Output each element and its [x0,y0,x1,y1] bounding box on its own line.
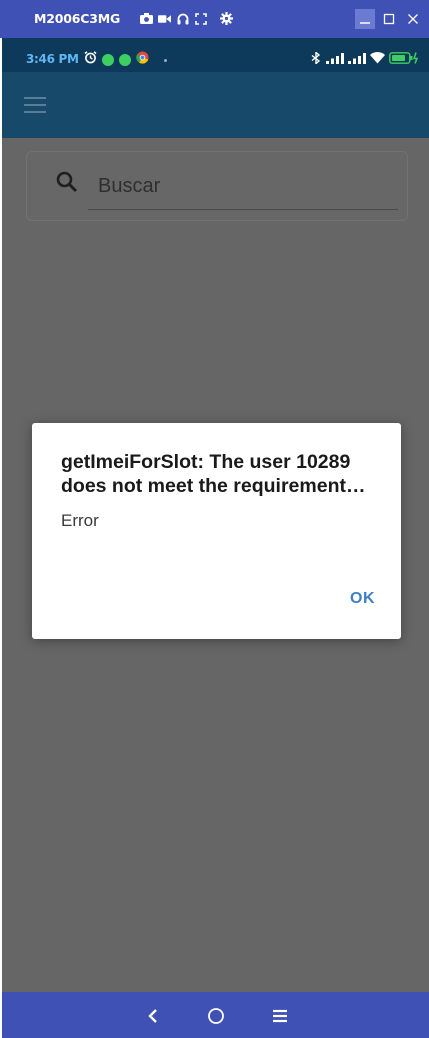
app-notification-icon [102,54,114,66]
minimize-icon[interactable] [355,9,375,29]
search-card [26,151,408,221]
dialog-message: Error [61,511,99,530]
window-title-bar: M2006C3MG [0,0,429,38]
camera-icon[interactable] [140,12,153,25]
alarm-icon [84,51,97,69]
search-input[interactable] [88,164,398,210]
video-icon[interactable] [158,12,171,25]
signal-icon [326,51,344,69]
status-bar: 3:46 PM [2,38,429,72]
error-dialog: getImeiForSlot: The user 10289 does not … [32,423,401,639]
wifi-icon [370,51,385,69]
headphones-icon[interactable] [176,12,189,25]
bluetooth-icon [311,51,322,69]
close-icon[interactable] [403,9,423,29]
status-system-icons [311,51,419,69]
toolbar [140,12,233,25]
more-notifications-dot [164,58,167,62]
battery-charging-icon [389,51,419,69]
screen: M2006C3MG 3:46 PM Buscar getImeiForSlot:… [0,0,429,1038]
phone-screen: 3:46 PM Buscar getImeiForSlot: The user … [2,38,429,1038]
back-icon[interactable] [142,1005,164,1027]
app-bar [2,72,429,138]
status-notification-icons [84,51,167,69]
signal-icon [348,51,366,69]
maximize-icon[interactable] [379,9,399,29]
search-icon [55,170,79,194]
window-controls [355,9,423,29]
dialog-title: getImeiForSlot: The user 10289 does not … [61,451,366,497]
chrome-icon [136,51,149,69]
settings-icon[interactable] [220,12,233,25]
status-time: 3:46 PM [26,52,79,66]
navigation-bar [2,992,429,1038]
ok-button[interactable]: OK [350,590,375,608]
device-name: M2006C3MG [34,11,120,26]
app-notification-icon [119,54,131,66]
home-icon[interactable] [205,1005,227,1027]
recents-icon[interactable] [269,1005,291,1027]
fullscreen-icon[interactable] [194,12,207,25]
hamburger-menu-icon[interactable] [22,94,48,116]
